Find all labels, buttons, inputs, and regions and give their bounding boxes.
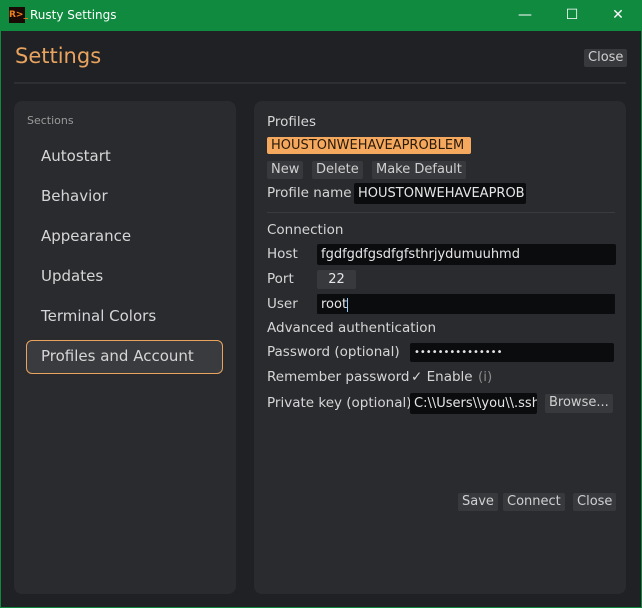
check-icon: ✓ bbox=[411, 369, 423, 385]
private-key-input[interactable]: C:\\Users\\you\\.ssh bbox=[410, 393, 537, 414]
remember-password-label: Remember password bbox=[267, 369, 410, 385]
remember-password-checkbox[interactable]: ✓ Enable bbox=[411, 369, 473, 385]
password-label: Password (optional) bbox=[267, 344, 400, 360]
divider bbox=[267, 212, 615, 213]
user-input[interactable]: root bbox=[316, 293, 616, 315]
profile-name-input[interactable]: HOUSTONWEHAVEAPROB bbox=[354, 183, 526, 204]
host-label: Host bbox=[267, 246, 298, 262]
connection-heading: Connection bbox=[267, 222, 344, 238]
sidebar-item-autostart[interactable]: Autostart bbox=[41, 147, 111, 165]
info-icon[interactable]: (i) bbox=[478, 369, 492, 385]
page-title: Settings bbox=[15, 44, 102, 68]
private-key-label: Private key (optional) bbox=[267, 395, 412, 411]
make-default-button[interactable]: Make Default bbox=[372, 161, 466, 179]
host-input[interactable]: fgdfgdfgsdfgfsthrjydumuuhmd bbox=[317, 244, 616, 265]
sidebar-item-updates[interactable]: Updates bbox=[41, 267, 103, 285]
browse-button[interactable]: Browse... bbox=[545, 394, 613, 413]
close-button[interactable]: Close bbox=[573, 493, 617, 511]
sidebar-item-behavior[interactable]: Behavior bbox=[41, 187, 108, 205]
new-profile-button[interactable]: New bbox=[267, 161, 304, 179]
profile-item-selected[interactable]: HOUSTONWEHAVEAPROBLEM bbox=[267, 137, 471, 154]
divider bbox=[14, 82, 626, 84]
delete-profile-button[interactable]: Delete bbox=[312, 161, 363, 179]
sidebar-item-profiles-and-account[interactable]: Profiles and Account bbox=[41, 347, 194, 365]
port-input[interactable]: 22 bbox=[317, 270, 356, 289]
window-title: Rusty Settings bbox=[30, 8, 117, 22]
port-label: Port bbox=[267, 271, 294, 287]
user-label: User bbox=[267, 296, 298, 312]
text-cursor bbox=[347, 297, 349, 312]
sidebar-heading: Sections bbox=[27, 114, 74, 127]
sidebar-item-terminal-colors[interactable]: Terminal Colors bbox=[41, 307, 156, 325]
title-bar: R>_ Rusty Settings — ☐ ✕ bbox=[0, 0, 642, 31]
window-close-button[interactable]: ✕ bbox=[603, 4, 633, 26]
minimize-button[interactable]: — bbox=[510, 4, 540, 26]
profiles-heading: Profiles bbox=[267, 114, 317, 130]
maximize-button[interactable]: ☐ bbox=[557, 4, 587, 26]
advanced-auth-heading: Advanced authentication bbox=[267, 320, 437, 336]
enable-label: Enable bbox=[426, 369, 473, 385]
header-close-button[interactable]: Close bbox=[584, 49, 628, 67]
save-button[interactable]: Save bbox=[458, 493, 498, 511]
password-input[interactable]: ••••••••••••••• bbox=[410, 343, 614, 362]
app-icon: R>_ bbox=[9, 7, 28, 23]
user-value: root bbox=[321, 297, 348, 312]
sidebar-item-appearance[interactable]: Appearance bbox=[41, 227, 131, 245]
profile-name-label: Profile name bbox=[267, 185, 352, 201]
connect-button[interactable]: Connect bbox=[503, 493, 565, 511]
